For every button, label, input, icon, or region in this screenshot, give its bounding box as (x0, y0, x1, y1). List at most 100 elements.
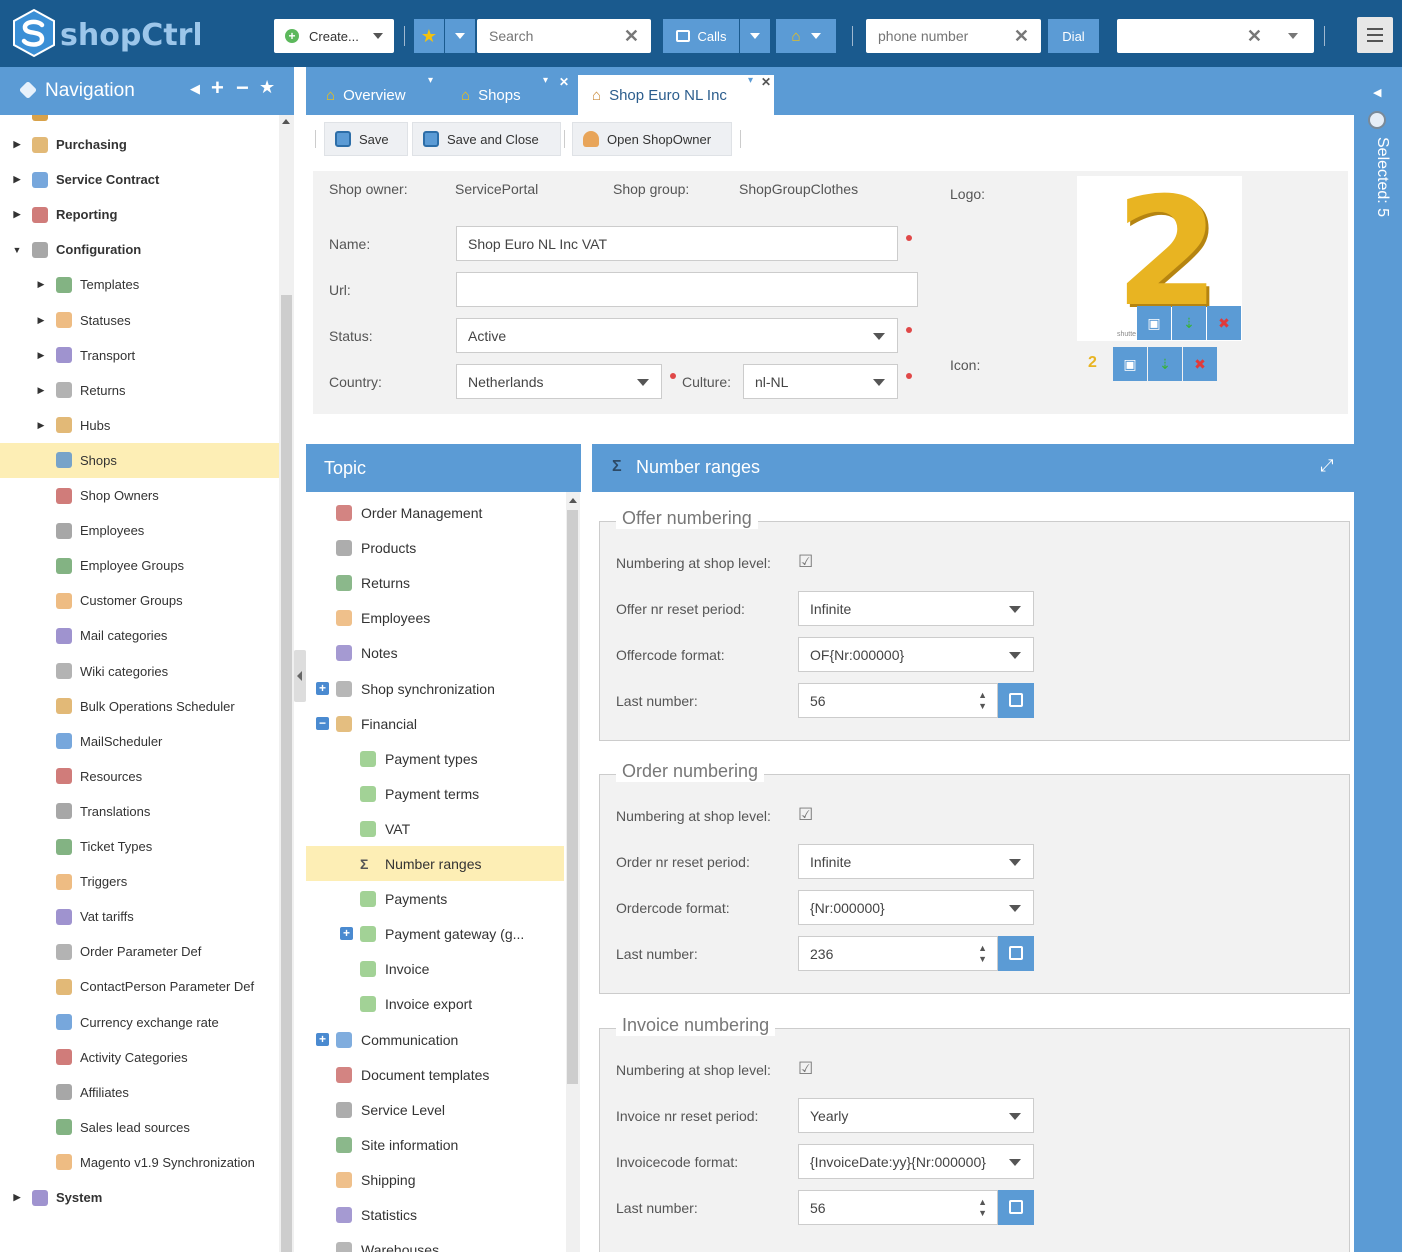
nav-item-purchasing[interactable]: ▶ Purchasing (0, 127, 279, 162)
save-and-close-button[interactable]: Save and Close (412, 122, 561, 156)
topic-item-payment-types[interactable]: Payment types (306, 741, 564, 776)
collapse-icon[interactable]: − (316, 716, 329, 730)
favorites-button[interactable]: ★ (414, 19, 444, 53)
nav-item-employee-groups[interactable]: Employee Groups (0, 548, 279, 583)
shop-level-checkbox[interactable]: ☑ (798, 1060, 816, 1077)
save-last-number-button[interactable] (998, 683, 1034, 718)
nav-item-employees[interactable]: Employees (0, 513, 279, 548)
collapse-panel-handle[interactable] (294, 650, 306, 702)
clear-icon[interactable]: ✕ (1014, 26, 1029, 47)
expand-icon[interactable]: + (316, 1032, 329, 1046)
create-dropdown[interactable]: + Create... (274, 19, 394, 53)
context-select[interactable]: ✕ (1117, 19, 1314, 53)
code-format-select[interactable]: {Nr:000000} (798, 890, 1034, 925)
nav-item-translations[interactable]: Translations (0, 794, 279, 829)
topic-item-statistics[interactable]: Statistics (306, 1197, 564, 1232)
nav-item-shops[interactable]: Shops (0, 442, 279, 478)
shop-level-checkbox[interactable]: ☑ (798, 806, 816, 823)
topic-item-warehouses[interactable]: Warehouses (306, 1232, 564, 1252)
nav-item-reporting[interactable]: ▶ Reporting (0, 197, 279, 232)
phone-number-field[interactable]: ✕ (866, 19, 1041, 53)
nav-item-statuses[interactable]: ▶ Statuses (0, 303, 279, 338)
topic-item-employees[interactable]: Employees (306, 600, 564, 635)
close-icon[interactable]: ✕ (761, 75, 771, 89)
favorites-star-icon[interactable]: ★ (259, 77, 275, 98)
tab-shops[interactable]: ⌂ Shops ▾ ✕ (441, 75, 581, 115)
dial-button[interactable]: Dial (1048, 19, 1099, 53)
nav-item-bulk-operations-scheduler[interactable]: Bulk Operations Scheduler (0, 689, 279, 724)
nav-item-wiki-categories[interactable]: Wiki categories (0, 654, 279, 689)
caret-right-icon[interactable]: ▶ (12, 139, 22, 150)
selected-count-label[interactable]: Selected: 5 (1373, 137, 1391, 217)
nav-item-returns[interactable]: ▶ Returns (0, 373, 279, 408)
reset-period-select[interactable]: Yearly (798, 1098, 1034, 1133)
tab-overview[interactable]: ⌂ Overview ▾ (306, 75, 446, 115)
caret-right-icon[interactable]: ▶ (36, 385, 46, 396)
close-icon[interactable]: ✕ (559, 75, 569, 89)
nav-item-sales-lead-sources[interactable]: Sales lead sources (0, 1110, 279, 1145)
clear-icon[interactable]: ✕ (624, 26, 639, 47)
code-format-select[interactable]: {InvoiceDate:yy}{Nr:000000} (798, 1144, 1034, 1179)
caret-right-icon[interactable]: ▶ (12, 1192, 22, 1203)
collapse-left-icon[interactable]: ◀ (190, 81, 200, 97)
topic-item-shipping[interactable]: Shipping (306, 1162, 564, 1197)
caret-right-icon[interactable]: ▶ (36, 315, 46, 326)
collapse-all-icon[interactable]: − (236, 75, 249, 101)
nav-item-currency-exchange-rate[interactable]: Currency exchange rate (0, 1005, 279, 1040)
expand-icon[interactable]: + (316, 681, 329, 695)
topic-item-communication[interactable]: + Communication (306, 1022, 564, 1057)
last-number-input[interactable]: 236 ▲ ▼ (798, 936, 998, 971)
nav-item-transport[interactable]: ▶ Transport (0, 338, 279, 373)
nav-item-configuration[interactable]: ▼ Configuration (0, 232, 279, 267)
topic-item-invoice[interactable]: Invoice (306, 951, 564, 986)
caret-right-icon[interactable]: ▶ (12, 209, 22, 220)
topic-scroll-thumb[interactable] (567, 510, 578, 1084)
nav-item-ticket-types[interactable]: Ticket Types (0, 829, 279, 864)
code-format-select[interactable]: OF{Nr:000000} (798, 637, 1034, 672)
search-field[interactable]: ✕ (477, 19, 651, 53)
nav-item-triggers[interactable]: Triggers (0, 864, 279, 899)
clear-icon[interactable]: ✕ (1247, 26, 1262, 47)
phone-number-input[interactable] (878, 28, 1008, 44)
reset-period-select[interactable]: Infinite (798, 591, 1034, 626)
last-number-input[interactable]: 56 ▲ ▼ (798, 1190, 998, 1225)
spinner-arrows-icon[interactable]: ▲ ▼ (978, 943, 987, 965)
spinner-arrows-icon[interactable]: ▲ ▼ (978, 690, 987, 712)
topic-item-notes[interactable]: Notes (306, 635, 564, 670)
caret-down-icon[interactable]: ▼ (12, 245, 22, 255)
nav-item-service-contract[interactable]: ▶ Service Contract (0, 162, 279, 197)
topic-item-document-templates[interactable]: Document templates (306, 1057, 564, 1092)
caret-right-icon[interactable]: ▶ (36, 279, 46, 290)
nav-item-templates[interactable]: ▶ Templates (0, 267, 279, 302)
last-number-input[interactable]: 56 ▲ ▼ (798, 683, 998, 718)
topic-item-payment-terms[interactable]: Payment terms (306, 776, 564, 811)
tab-menu-icon[interactable]: ▾ (543, 75, 548, 86)
topic-item-financial[interactable]: − Financial (306, 706, 564, 741)
tab-menu-icon[interactable]: ▾ (748, 75, 753, 86)
home-dropdown[interactable]: ⌂ (776, 19, 836, 53)
navigation-scroll-thumb[interactable] (281, 295, 292, 1252)
topic-item-products[interactable]: Products (306, 530, 564, 565)
expand-all-icon[interactable]: + (211, 75, 224, 101)
culture-select[interactable]: nl-NL (743, 364, 898, 399)
topic-item-shop-synchronization[interactable]: + Shop synchronization (306, 671, 564, 706)
nav-item-mail-categories[interactable]: Mail categories (0, 618, 279, 653)
save-last-number-button[interactable] (998, 936, 1034, 971)
shop-level-checkbox[interactable]: ☑ (798, 553, 816, 570)
topic-item-vat[interactable]: VAT (306, 811, 564, 846)
nav-item-mailscheduler[interactable]: MailScheduler (0, 724, 279, 759)
topic-item-payments[interactable]: Payments (306, 881, 564, 916)
country-select[interactable]: Netherlands (456, 364, 662, 399)
nav-item-hubs[interactable]: ▶ Hubs (0, 408, 279, 443)
caret-right-icon[interactable]: ▶ (12, 174, 22, 185)
caret-right-icon[interactable]: ▶ (36, 420, 46, 431)
topic-item-site-information[interactable]: Site information (306, 1127, 564, 1162)
delete-logo-button[interactable]: ✖ (1207, 306, 1241, 340)
favorites-dropdown[interactable] (445, 19, 475, 53)
topic-item-order-management[interactable]: Order Management (306, 495, 564, 530)
download-icon-button[interactable]: ⇣ (1148, 347, 1182, 381)
nav-item-affiliates[interactable]: Affiliates (0, 1075, 279, 1110)
topic-item-number-ranges[interactable]: Σ Number ranges (306, 846, 564, 881)
nav-item-resources[interactable]: Resources (0, 759, 279, 794)
maximize-icon[interactable]: ⤢ (1320, 456, 1334, 476)
